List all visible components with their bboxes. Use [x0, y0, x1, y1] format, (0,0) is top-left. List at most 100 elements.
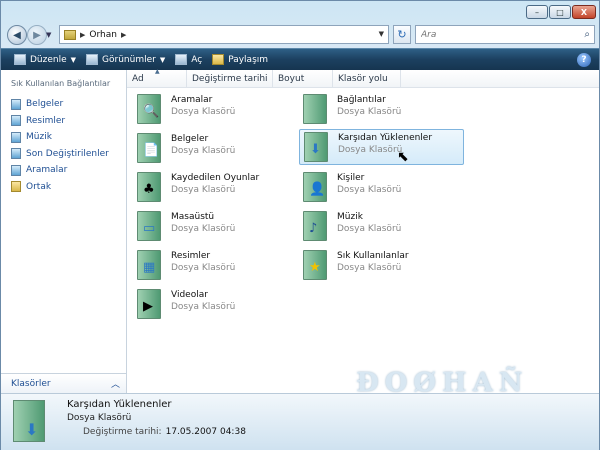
chevron-right-icon[interactable]: ▶: [121, 31, 126, 39]
pictures-folder-icon: ▦: [133, 248, 163, 282]
favorite-links-heading: Sık Kullanılan Bağlantılar: [11, 79, 111, 88]
views-button[interactable]: Görünümler ▼: [81, 50, 170, 70]
folder-name: Videolar: [171, 290, 208, 300]
folder-name: Aramalar: [171, 95, 213, 105]
address-path[interactable]: Orhan: [89, 30, 117, 40]
folders-label: Klasörler: [11, 378, 51, 389]
folder-item[interactable]: 👤 Kişiler Dosya Klasörü: [299, 170, 464, 206]
recent-icon: [11, 148, 21, 160]
folder-name: Resimler: [171, 251, 211, 261]
refresh-icon: ↻: [397, 28, 407, 41]
folder-item[interactable]: ▶ Videolar Dosya Klasörü: [133, 287, 298, 323]
searches-folder-icon: 🔍: [133, 92, 163, 126]
searches-icon: [11, 164, 21, 176]
details-name: Karşıdan Yüklenenler: [67, 399, 172, 410]
search-input[interactable]: [421, 29, 571, 40]
sidebar-item-music[interactable]: Müzik: [11, 129, 109, 146]
folder-item-selected[interactable]: ⬇ Karşıdan Yüklenenler Dosya Klasörü: [299, 129, 464, 165]
sidebar-item-label: Müzik: [26, 132, 52, 143]
back-button[interactable]: ◀: [7, 25, 27, 45]
explorer-window: – □ X ◀ ▶ ▼ ▶ Orhan ▶ ▼ ↻ ⌕ Düzenle ▼ Gö…: [0, 0, 600, 450]
column-header-date[interactable]: Değiştirme tarihi: [187, 70, 273, 88]
share-button[interactable]: Paylaşım: [207, 50, 273, 70]
address-bar[interactable]: ▶ Orhan ▶ ▼: [59, 25, 389, 44]
details-type: Dosya Klasörü: [67, 413, 132, 423]
search-box[interactable]: ⌕: [415, 25, 595, 44]
downloads-folder-icon-large: ⬇: [11, 398, 47, 444]
music-icon: [11, 131, 21, 143]
folder-type: Dosya Klasörü: [171, 302, 236, 312]
folder-type: Dosya Klasörü: [338, 145, 403, 155]
folder-type: Dosya Klasörü: [337, 185, 402, 195]
column-header-folder-path[interactable]: Klasör yolu: [333, 70, 401, 88]
mouse-pointer-icon: ⬉: [397, 149, 409, 165]
folder-name: Belgeler: [171, 134, 209, 144]
search-icon[interactable]: ⌕: [584, 29, 590, 40]
close-button[interactable]: X: [572, 5, 596, 19]
saved-games-folder-icon: ♣: [133, 170, 163, 204]
refresh-button[interactable]: ↻: [393, 25, 411, 44]
pictures-icon: [11, 115, 21, 127]
sidebar-item-label: Son Değiştirilenler: [26, 148, 109, 159]
folder-name: Müzik: [337, 212, 363, 222]
documents-folder-icon: 📄: [133, 131, 163, 165]
address-row: ◀ ▶ ▼ ▶ Orhan ▶ ▼ ↻ ⌕: [1, 23, 599, 47]
chevron-down-icon: ▼: [159, 55, 166, 64]
folder-type: Dosya Klasörü: [337, 224, 402, 234]
open-icon: [175, 54, 188, 65]
chevron-right-icon[interactable]: ▶: [80, 31, 85, 39]
folder-item[interactable]: ★ Sık Kullanılanlar Dosya Klasörü: [299, 248, 464, 284]
sidebar-item-searches[interactable]: Aramalar: [11, 162, 109, 179]
folder-item[interactable]: 📄 Belgeler Dosya Klasörü: [133, 131, 298, 167]
folder-type: Dosya Klasörü: [171, 146, 236, 156]
folder-icon: [64, 29, 76, 40]
music-folder-icon: ♪: [299, 209, 329, 243]
sidebar-item-recent[interactable]: Son Değiştirilenler: [11, 146, 109, 163]
folders-toggle[interactable]: Klasörler ︿: [1, 373, 126, 393]
modified-value: 17.05.2007 04:38: [165, 427, 246, 437]
folder-item[interactable]: ▭ Masaüstü Dosya Klasörü: [133, 209, 298, 245]
history-dropdown-icon[interactable]: ▼: [46, 31, 51, 39]
organize-button[interactable]: Düzenle ▼: [9, 50, 81, 70]
folder-item[interactable]: 🔍 Aramalar Dosya Klasörü: [133, 92, 298, 128]
column-headers: Ad ▲ Değiştirme tarihi Boyut Klasör yolu: [127, 68, 599, 88]
folder-name: Kaydedilen Oyunlar: [171, 173, 260, 183]
folder-name: Masaüstü: [171, 212, 215, 222]
minimize-button[interactable]: –: [526, 5, 548, 19]
column-header-size[interactable]: Boyut: [273, 70, 333, 88]
downloads-folder-icon: ⬇: [300, 130, 330, 164]
sidebar-item-label: Ortak: [26, 181, 52, 192]
folder-name: Karşıdan Yüklenenler: [338, 133, 433, 143]
forward-arrow-icon: ▶: [33, 29, 41, 41]
sidebar-item-public[interactable]: Ortak: [11, 179, 109, 196]
folder-item[interactable]: ♣ Kaydedilen Oyunlar Dosya Klasörü: [133, 170, 298, 206]
views-icon: [86, 54, 99, 65]
folder-item[interactable]: Bağlantılar Dosya Klasörü: [299, 92, 464, 128]
folder-type: Dosya Klasörü: [171, 263, 236, 273]
command-bar: Düzenle ▼ Görünümler ▼ Aç Paylaşım ?: [1, 48, 599, 70]
sidebar-item-label: Aramalar: [26, 165, 68, 176]
folder-name: Bağlantılar: [337, 95, 386, 105]
folder-type: Dosya Klasörü: [171, 224, 236, 234]
sidebar-item-pictures[interactable]: Resimler: [11, 113, 109, 130]
videos-folder-icon: ▶: [133, 287, 163, 321]
chevron-down-icon: ▼: [70, 55, 77, 64]
modified-label: Değiştirme tarihi:: [83, 427, 162, 437]
folder-type: Dosya Klasörü: [171, 185, 236, 195]
folder-item[interactable]: ▦ Resimler Dosya Klasörü: [133, 248, 298, 284]
folder-item[interactable]: ♪ Müzik Dosya Klasörü: [299, 209, 464, 245]
forward-button[interactable]: ▶: [27, 25, 47, 45]
details-modified: Değiştirme tarihi: 17.05.2007 04:38: [83, 427, 246, 437]
details-pane: ⬇ Karşıdan Yüklenenler Dosya Klasörü Değ…: [1, 393, 599, 450]
sidebar-item-documents[interactable]: Belgeler: [11, 96, 109, 113]
desktop-folder-icon: ▭: [133, 209, 163, 243]
maximize-button[interactable]: □: [549, 5, 571, 19]
file-list: Ad ▲ Değiştirme tarihi Boyut Klasör yolu …: [127, 68, 599, 393]
address-dropdown-icon[interactable]: ▼: [379, 30, 384, 38]
help-button[interactable]: ?: [577, 53, 591, 67]
organize-label: Düzenle: [30, 54, 67, 65]
folder-name: Sık Kullanılanlar: [337, 251, 409, 261]
open-button[interactable]: Aç: [170, 50, 207, 70]
open-label: Aç: [191, 54, 203, 65]
column-header-name[interactable]: Ad ▲: [127, 68, 187, 88]
